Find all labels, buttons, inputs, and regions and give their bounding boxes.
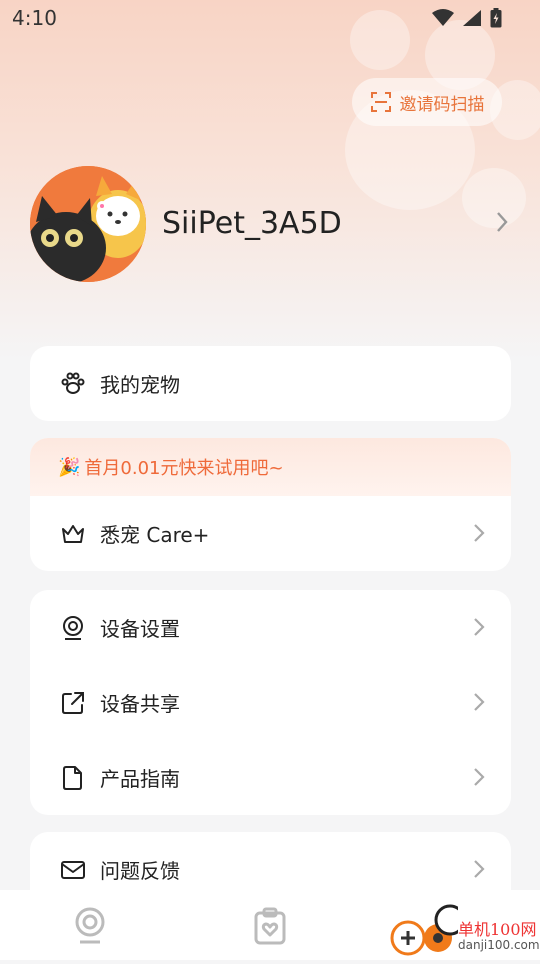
menu-item-my-pets[interactable]: 我的宠物 bbox=[30, 346, 511, 421]
scan-button-label: 邀请码扫描 bbox=[399, 94, 485, 115]
document-icon bbox=[60, 765, 86, 791]
watermark: 单机100网 danji100.com bbox=[388, 904, 540, 960]
menu-item-device-settings[interactable]: 设备设置 bbox=[30, 590, 511, 665]
chevron-right-icon bbox=[474, 618, 485, 636]
watermark-url: danji100.com bbox=[458, 938, 540, 952]
paw-icon bbox=[60, 371, 86, 397]
menu-item-label: 设备设置 bbox=[100, 617, 180, 641]
crown-icon bbox=[60, 521, 86, 547]
pet-avatar-illustration bbox=[30, 166, 146, 282]
status-icons bbox=[432, 8, 502, 28]
status-time: 4:10 bbox=[12, 6, 57, 30]
username: SiiPet_3A5D bbox=[162, 206, 342, 241]
menu-item-care-plus[interactable]: 悉宠 Care+ bbox=[30, 496, 511, 571]
party-popper-icon: 🎉 bbox=[58, 456, 81, 478]
menu-item-product-guide[interactable]: 产品指南 bbox=[30, 740, 511, 815]
watermark-logo-icon bbox=[390, 904, 466, 956]
menu-item-device-share[interactable]: 设备共享 bbox=[30, 665, 511, 740]
avatar[interactable] bbox=[30, 166, 146, 282]
chevron-right-icon[interactable] bbox=[495, 210, 509, 234]
menu-item-label: 我的宠物 bbox=[100, 373, 180, 397]
signal-icon bbox=[463, 10, 481, 26]
share-icon bbox=[60, 690, 86, 716]
chevron-right-icon bbox=[474, 860, 485, 878]
tab-device[interactable] bbox=[70, 904, 110, 948]
clipboard-heart-icon bbox=[254, 907, 286, 945]
camera-icon bbox=[60, 615, 86, 641]
camera-tab-icon bbox=[75, 907, 105, 944]
status-bar: 4:10 bbox=[0, 0, 540, 36]
my-pets-card[interactable]: 我的宠物 bbox=[30, 346, 511, 421]
menu-item-label: 设备共享 bbox=[100, 692, 180, 716]
menu-item-label: 悉宠 Care+ bbox=[100, 523, 210, 547]
chevron-right-icon bbox=[474, 693, 485, 711]
tab-records[interactable] bbox=[250, 904, 290, 948]
promo-text: 首月0.01元快来试用吧~ bbox=[84, 458, 284, 479]
mail-icon bbox=[60, 857, 86, 883]
device-card: 设备设置 设备共享 产品指南 bbox=[30, 590, 511, 815]
watermark-title: 单机100网 bbox=[458, 920, 537, 939]
chevron-right-icon bbox=[474, 524, 485, 542]
wifi-icon bbox=[432, 9, 454, 26]
menu-item-label: 问题反馈 bbox=[100, 859, 180, 883]
profile-section[interactable]: SiiPet_3A5D bbox=[30, 166, 520, 282]
promo-banner[interactable]: 🎉 首月0.01元快来试用吧~ bbox=[30, 438, 511, 496]
battery-icon bbox=[490, 8, 502, 28]
invite-code-scan-button[interactable]: 邀请码扫描 bbox=[352, 78, 502, 126]
scan-icon bbox=[370, 92, 391, 112]
chevron-right-icon bbox=[474, 768, 485, 786]
care-plus-card[interactable]: 🎉 首月0.01元快来试用吧~ 悉宠 Care+ bbox=[30, 438, 511, 571]
menu-item-label: 产品指南 bbox=[100, 767, 180, 791]
